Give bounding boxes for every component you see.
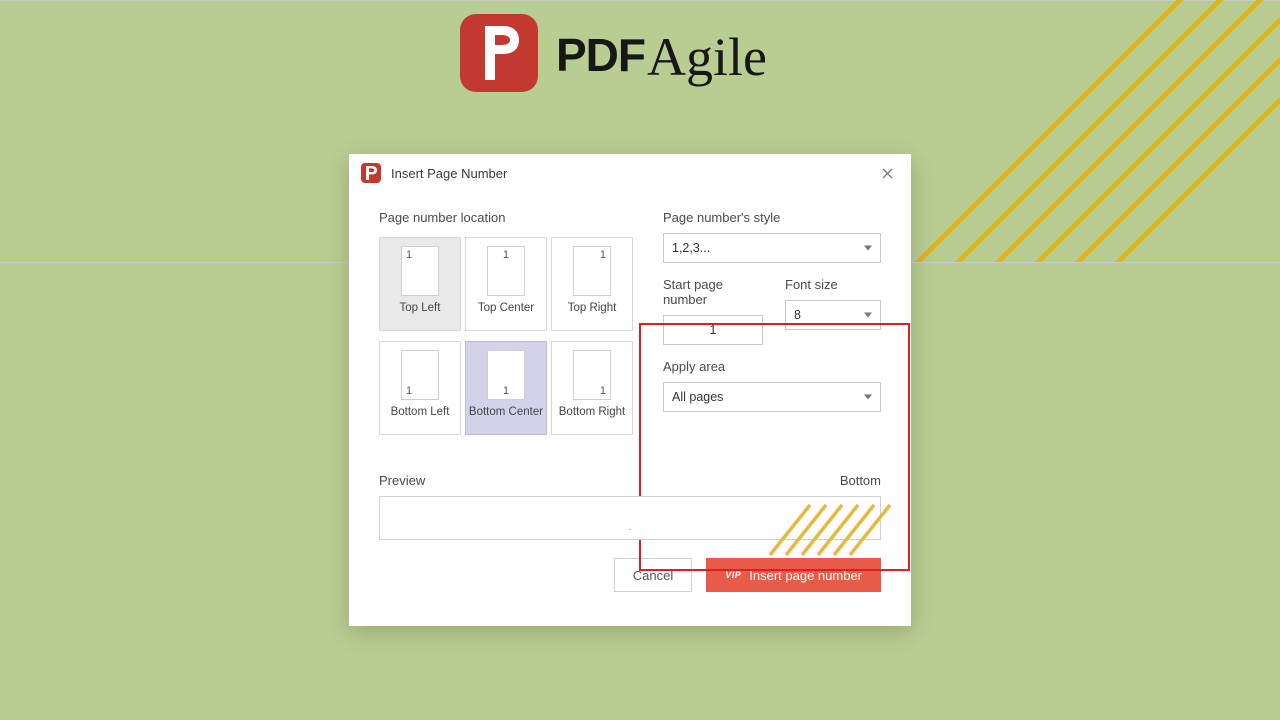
cancel-label: Cancel [633,568,673,583]
insert-page-number-button[interactable]: VIP Insert page number [706,558,881,592]
mini-page-icon: 1 [487,246,525,296]
chevron-down-icon [864,313,872,318]
page-number-sample: 1 [406,385,412,397]
preview-label: Preview [379,473,425,488]
cancel-button[interactable]: Cancel [614,558,692,592]
style-label: Page number's style [663,210,881,225]
insert-label: Insert page number [749,568,862,583]
font-size-value: 8 [794,308,801,322]
location-caption: Top Center [478,302,534,314]
preview-side: Bottom [840,473,881,488]
chevron-down-icon [864,395,872,400]
font-size-select[interactable]: 8 [785,300,881,330]
location-tile-bottom-right[interactable]: 1 Bottom Right [551,341,633,435]
apply-area-value: All pages [672,390,723,404]
location-tile-top-left[interactable]: 1 Top Left [379,237,461,331]
location-tile-top-center[interactable]: 1 Top Center [465,237,547,331]
location-tile-bottom-center[interactable]: 1 Bottom Center [465,341,547,435]
logo-text-pdf: PDF [556,28,645,82]
page-number-sample: 1 [503,249,509,261]
page-number-sample: 1 [503,385,509,397]
apply-area-select[interactable]: All pages [663,382,881,412]
location-tile-top-right[interactable]: 1 Top Right [551,237,633,331]
logo-badge-icon [460,14,538,92]
apply-area-label: Apply area [663,359,881,374]
background: PDF Agile Insert Page Number Page number… [0,0,1280,720]
preview-tick: . [629,522,632,533]
style-value: 1,2,3... [672,241,710,255]
font-size-label: Font size [785,277,881,292]
top-border [0,0,1280,1]
location-caption: Top Left [400,302,441,314]
location-label: Page number location [379,210,631,225]
mini-page-icon: 1 [573,350,611,400]
page-number-sample: 1 [600,385,606,397]
app-logo: PDF Agile [460,14,767,92]
start-page-input[interactable]: 1 [663,315,763,345]
insert-page-number-dialog: Insert Page Number Page number location … [349,154,911,626]
location-tile-bottom-left[interactable]: 1 Bottom Left [379,341,461,435]
close-button[interactable] [873,159,901,187]
style-select[interactable]: 1,2,3... [663,233,881,263]
mini-page-icon: 1 [401,246,439,296]
chevron-down-icon [864,246,872,251]
page-number-sample: 1 [600,249,606,261]
mini-page-icon: 1 [487,350,525,400]
location-caption: Bottom Center [469,406,543,418]
start-page-label: Start page number [663,277,763,307]
dialog-title: Insert Page Number [391,166,507,181]
dialog-titlebar: Insert Page Number [349,154,911,192]
location-caption: Bottom Right [559,406,625,418]
location-caption: Bottom Left [391,406,450,418]
start-page-value: 1 [710,323,717,337]
page-number-sample: 1 [406,249,412,261]
preview-box: . [379,496,881,540]
mini-page-icon: 1 [573,246,611,296]
location-grid: 1 Top Left 1 Top Center 1 Top Right 1 Bottom Le… [379,237,631,435]
app-icon [361,163,381,183]
vip-badge: VIP [725,570,741,580]
location-caption: Top Right [568,302,617,314]
mini-page-icon: 1 [401,350,439,400]
logo-text-agile: Agile [647,26,767,88]
